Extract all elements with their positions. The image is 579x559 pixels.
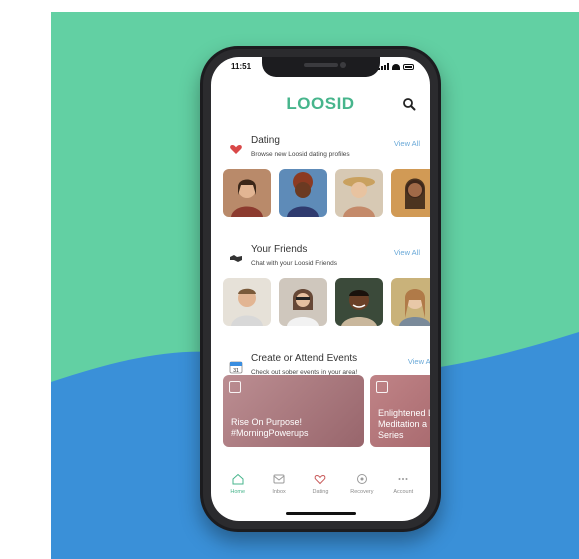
battery-icon	[403, 63, 414, 70]
events-view-all-link[interactable]: View All	[408, 357, 430, 366]
wifi-icon	[392, 63, 400, 70]
friend-photo[interactable]	[279, 278, 327, 326]
tab-label: Recovery	[350, 489, 374, 495]
tab-dating[interactable]: Dating	[302, 469, 338, 503]
tab-label: Inbox	[272, 489, 286, 495]
search-icon[interactable]	[402, 97, 416, 111]
friend-photo[interactable]	[223, 278, 271, 326]
friends-row	[223, 278, 430, 326]
friends-section: Your Friends Chat with your Loosid Frien…	[211, 242, 430, 276]
phone-notch	[261, 57, 380, 77]
dating-profiles-row	[223, 169, 430, 217]
event-card[interactable]: Enlightened Li Meditation a Series	[370, 375, 430, 447]
tab-home[interactable]: Home	[220, 469, 256, 503]
recovery-icon	[356, 474, 367, 484]
tab-recovery[interactable]: Recovery	[344, 469, 380, 503]
tab-inbox[interactable]: Inbox	[261, 469, 297, 503]
friends-view-all-link[interactable]: View All	[394, 248, 420, 257]
tab-label: Home	[230, 489, 246, 495]
more-icon	[398, 478, 408, 480]
calendar-outline-icon	[229, 381, 241, 393]
calendar-outline-icon	[376, 381, 388, 393]
signal-icon	[378, 63, 389, 70]
profile-photo[interactable]	[391, 169, 430, 217]
calendar-day-text: 31	[233, 368, 239, 374]
tab-label: Account	[393, 489, 414, 495]
event-card-line: Series	[378, 430, 404, 440]
inbox-icon	[273, 474, 285, 484]
status-time: 11:51	[231, 62, 252, 71]
friends-title: Your Friends	[251, 244, 308, 255]
app-header: LOOSID	[211, 91, 430, 117]
event-card-line: Meditation a	[378, 419, 428, 429]
dating-section: Dating Browse new Loosid dating profiles…	[211, 133, 430, 167]
bottom-tab-bar: Home Inbox Dating Recovery Account	[211, 469, 430, 503]
calendar-icon: 31	[229, 361, 243, 374]
home-indicator[interactable]	[285, 512, 356, 515]
friend-photo[interactable]	[335, 278, 383, 326]
tab-label: Dating	[312, 489, 329, 495]
event-cards-row: Rise On Purpose! #MorningPowerups Enligh…	[223, 375, 430, 447]
friends-subtitle: Chat with your Loosid Friends	[251, 260, 337, 267]
heart-outline-icon	[315, 474, 326, 485]
profile-photo[interactable]	[279, 169, 327, 217]
tab-account[interactable]: Account	[385, 469, 421, 503]
event-card-line: #MorningPowerups	[231, 428, 309, 438]
event-card-line: Enlightened Li	[378, 408, 430, 418]
event-card[interactable]: Rise On Purpose! #MorningPowerups	[223, 375, 364, 447]
heart-icon	[230, 145, 242, 154]
friend-photo[interactable]	[391, 278, 430, 326]
dating-title: Dating	[251, 135, 280, 146]
profile-photo[interactable]	[223, 169, 271, 217]
app-logo: LOOSID	[286, 94, 355, 113]
handshake-icon	[230, 255, 242, 262]
phone-mockup: 11:51 LOOSID Dating Browse new Loosid da…	[200, 46, 441, 532]
event-card-line: Rise On Purpose!	[231, 417, 303, 427]
events-title: Create or Attend Events	[251, 353, 358, 364]
app-screen: 11:51 LOOSID Dating Browse new Loosid da…	[211, 57, 430, 521]
dating-subtitle: Browse new Loosid dating profiles	[251, 151, 350, 158]
home-icon	[232, 473, 244, 485]
dating-view-all-link[interactable]: View All	[394, 139, 420, 148]
profile-photo[interactable]	[335, 169, 383, 217]
